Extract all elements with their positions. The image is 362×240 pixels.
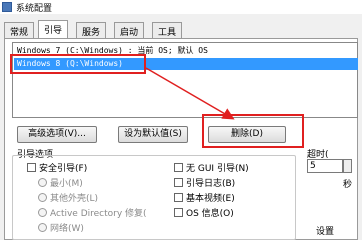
active-directory-label: Active Directory 修复( bbox=[50, 209, 147, 219]
base-video-label: 基本视频(E) bbox=[186, 194, 235, 204]
boot-log-label: 引导日志(B) bbox=[186, 179, 236, 189]
timeout-unit: 秒 bbox=[343, 180, 353, 190]
alternate-shell-radio[interactable]: 其他外壳(L) bbox=[38, 193, 98, 205]
boot-log-check-icon[interactable] bbox=[174, 178, 183, 187]
network-label: 网络(W) bbox=[50, 224, 84, 234]
minimal-radio[interactable]: 最小(M) bbox=[38, 178, 83, 190]
safe-boot-label: 安全引导(F) bbox=[39, 164, 88, 174]
alternate-shell-label: 其他外壳(L) bbox=[50, 194, 99, 204]
set-as-default-button[interactable]: 设为默认值(S) bbox=[118, 126, 188, 143]
os-boot-info-checkbox[interactable]: OS 信息(O) bbox=[174, 208, 234, 220]
network-radio-icon[interactable] bbox=[38, 223, 47, 232]
make-permanent-label: 设置 bbox=[316, 227, 335, 237]
minimal-radio-icon[interactable] bbox=[38, 178, 47, 187]
tab-boot[interactable]: 引导 bbox=[38, 20, 69, 38]
timeout-spinner[interactable] bbox=[343, 159, 352, 173]
base-video-checkbox[interactable]: 基本视频(E) bbox=[174, 193, 235, 205]
no-gui-label: 无 GUI 引导(N) bbox=[186, 164, 249, 174]
network-radio[interactable]: 网络(W) bbox=[38, 223, 84, 235]
safe-boot-check-icon[interactable] bbox=[27, 163, 36, 172]
os-boot-info-label: OS 信息(O) bbox=[186, 209, 234, 219]
boot-log-checkbox[interactable]: 引导日志(B) bbox=[174, 178, 235, 190]
base-video-check-icon[interactable] bbox=[174, 193, 183, 202]
alternate-shell-radio-icon[interactable] bbox=[38, 193, 47, 202]
no-gui-check-icon[interactable] bbox=[174, 163, 183, 172]
safe-boot-checkbox[interactable]: 安全引导(F) bbox=[27, 163, 87, 175]
active-directory-radio-icon[interactable] bbox=[38, 208, 47, 217]
active-directory-repair-radio[interactable]: Active Directory 修复( bbox=[38, 208, 147, 220]
advanced-options-button[interactable]: 高级选项(V)... bbox=[17, 126, 97, 143]
timeout-input[interactable]: 5 bbox=[307, 159, 343, 173]
highlight-box-delete bbox=[202, 114, 304, 148]
system-configuration-window: 系统配置 常规 引导 服务 启动 工具 Windows 7 (C:\Window… bbox=[0, 0, 362, 240]
os-boot-info-check-icon[interactable] bbox=[174, 208, 183, 217]
no-gui-boot-checkbox[interactable]: 无 GUI 引导(N) bbox=[174, 163, 249, 175]
minimal-label: 最小(M) bbox=[50, 179, 83, 189]
